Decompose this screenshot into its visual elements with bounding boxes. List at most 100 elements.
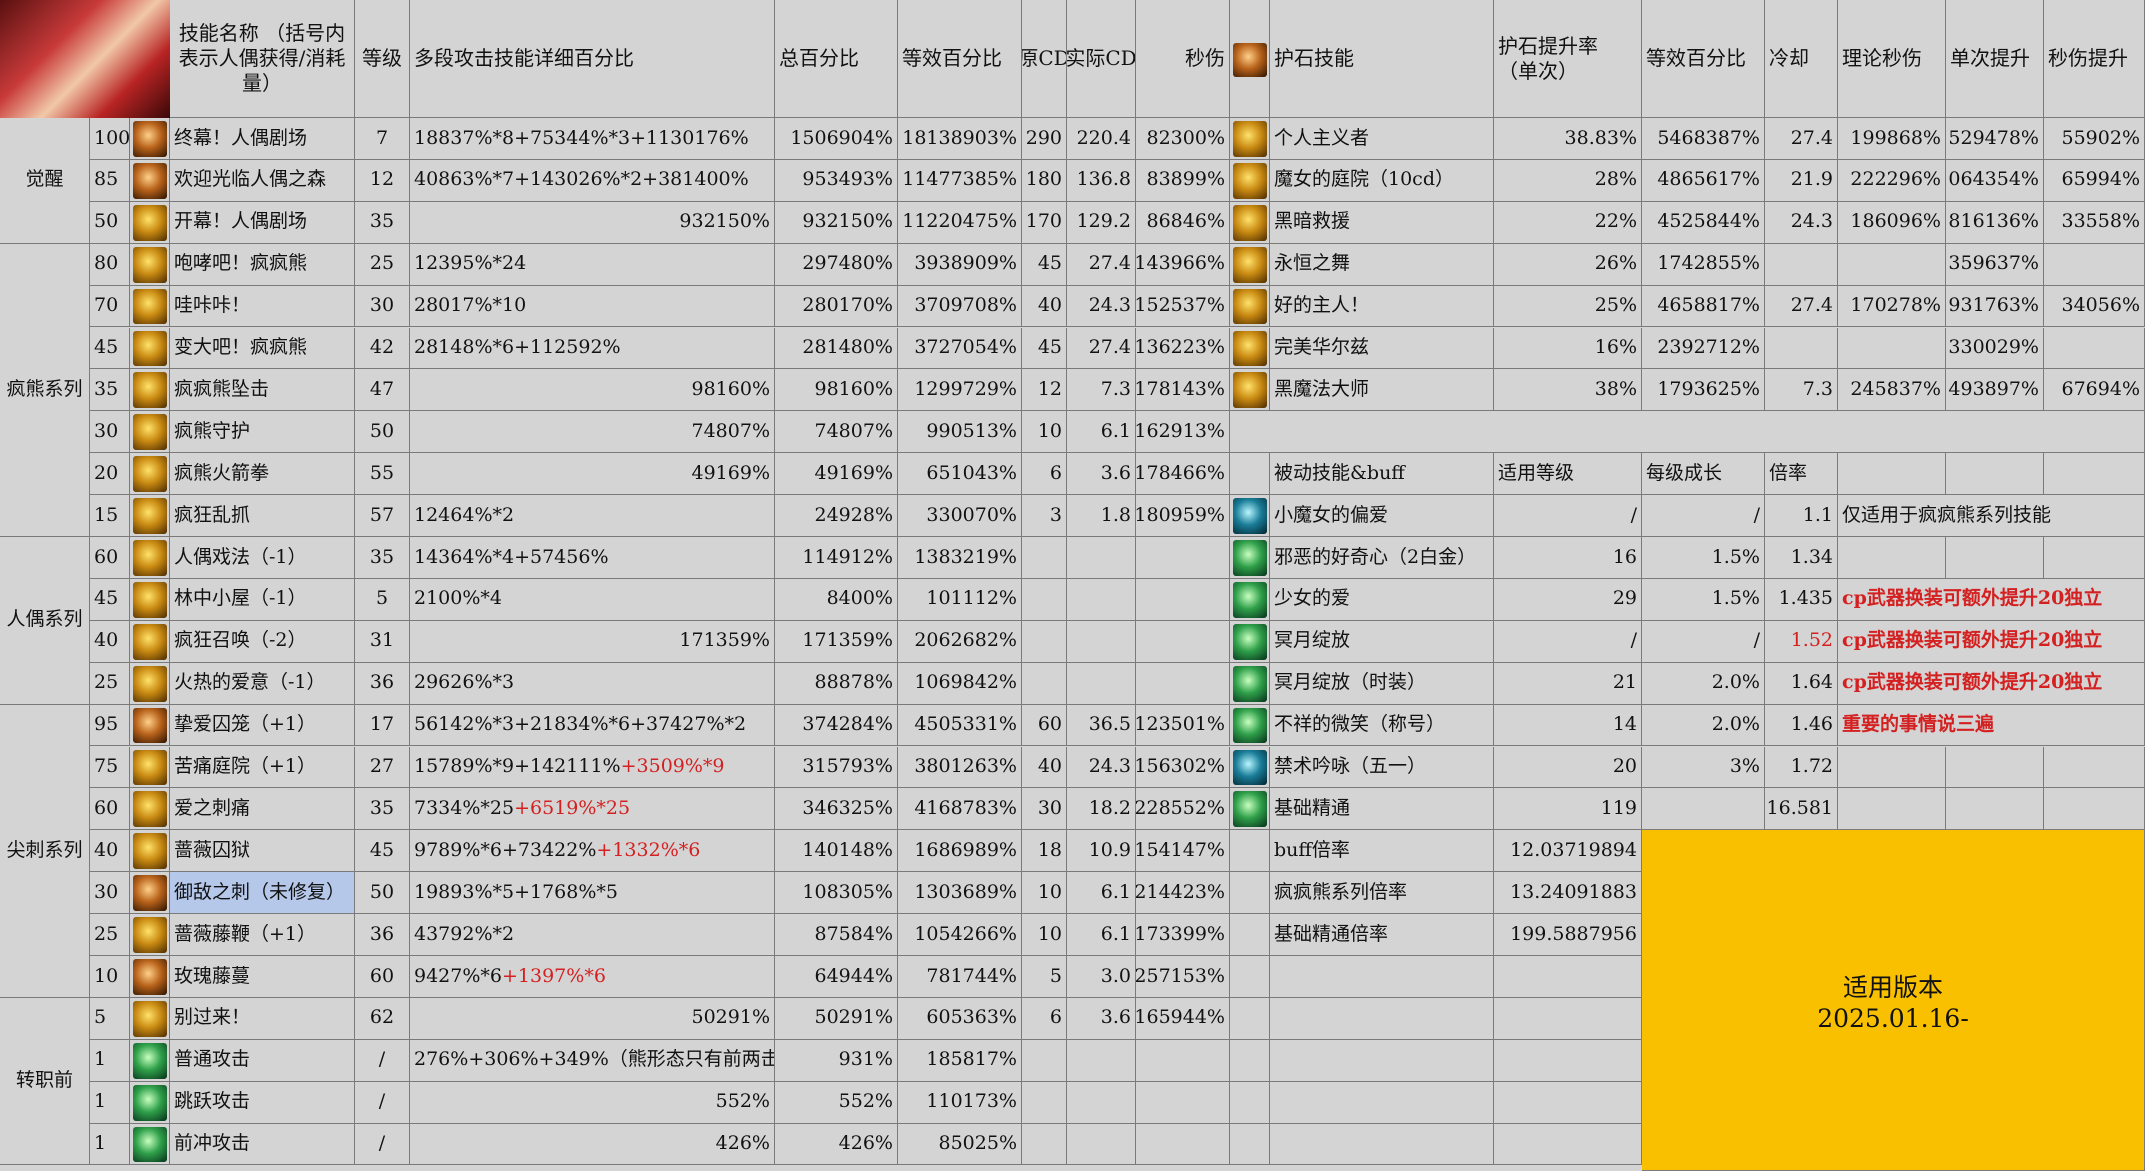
evil-curiosity-icon [1233, 540, 1267, 576]
basic-attack-icon [133, 1042, 167, 1079]
skill-total-pct: 171359% [775, 620, 898, 663]
version-label: 适用版本 [1842, 972, 1943, 1002]
dark-magician-icon [1233, 372, 1267, 409]
skill-total-pct: 98160% [775, 369, 898, 412]
skill-equiv-pct: 101112% [898, 578, 1022, 621]
skill-equiv-pct: 3801263% [898, 746, 1022, 789]
blank-cell [1838, 788, 1946, 831]
ratio-name: buff倍率 [1270, 830, 1494, 873]
detail-text: 49169% [691, 461, 771, 484]
skill-total-pct: 50291% [775, 997, 898, 1040]
skill-dps: 165944% [1136, 997, 1230, 1040]
skill-name: 人偶戏法（-1） [170, 537, 355, 579]
detail-text: 56142%*3+21834%*6+37427%*2 [414, 713, 747, 736]
blank-cell [1494, 1123, 1642, 1166]
detail-text: 40863%*7+143026%*2+381400% [414, 168, 749, 191]
blank-cell [2044, 537, 2145, 579]
frenzy-summon-icon [133, 623, 167, 660]
passive-growth: / [1642, 495, 1765, 537]
group-label: 人偶系列 [0, 537, 90, 705]
skill-base-cd [1022, 1039, 1067, 1082]
skill-total-pct: 114912% [775, 537, 898, 579]
skill-actual-cd: 27.4 [1067, 327, 1136, 370]
skill-name: 御敌之刺（未修复） [170, 872, 355, 915]
header-dps-boost: 秒伤提升 [2044, 0, 2145, 118]
skill-dps: 178143% [1136, 369, 1230, 412]
passive-level: 21 [1494, 662, 1642, 705]
talisman-rate: 28% [1494, 159, 1642, 202]
skill-multi-detail: 74807% [410, 411, 775, 454]
skill-dps: 83899% [1136, 159, 1230, 202]
dont-come-icon [133, 1000, 167, 1037]
passive-level: 119 [1494, 788, 1642, 831]
skill-total-pct: 1506904% [775, 118, 898, 160]
skill-equiv-pct: 18138903% [898, 118, 1022, 160]
skill-dps: 162913% [1136, 411, 1230, 454]
skill-equiv-pct: 1054266% [898, 914, 1022, 956]
passive-name: 冥月绽放（时装） [1270, 662, 1494, 705]
skill-actual-cd: 3.6 [1067, 453, 1136, 496]
skill-unlock-level: 10 [90, 956, 130, 998]
skill-unlock-level: 30 [90, 411, 130, 454]
forbidden-chant-icon [1233, 749, 1267, 786]
talisman-rate: 16% [1494, 327, 1642, 370]
skill-base-cd: 6 [1022, 453, 1067, 496]
skill-total-pct: 140148% [775, 830, 898, 873]
perfect-waltz-icon [1233, 330, 1267, 367]
talisman-equiv: 1793625% [1642, 369, 1765, 412]
pain-garden-icon [133, 749, 167, 786]
talisman-rate: 38.83% [1494, 118, 1642, 160]
skill-dps [1136, 1039, 1230, 1082]
header-equiv-pct: 等效百分比 [898, 0, 1022, 118]
passive-mult: 1.52 [1765, 620, 1838, 663]
skill-multi-detail: 552% [410, 1081, 775, 1124]
skill-unlock-level: 45 [90, 578, 130, 621]
skill-multi-detail: 19893%*5+1768%*5 [410, 872, 775, 915]
skill-total-pct: 931% [775, 1039, 898, 1082]
header-talisman-equiv: 等效百分比 [1642, 0, 1765, 118]
skill-base-cd: 18 [1022, 830, 1067, 873]
passive-level: / [1494, 620, 1642, 663]
skill-total-pct: 64944% [775, 956, 898, 998]
detail-text: 15789%*9+142111% [414, 755, 621, 778]
skill-multi-detail: 171359% [410, 620, 775, 663]
skill-total-pct: 552% [775, 1081, 898, 1124]
skill-level: 7 [355, 118, 410, 160]
skill-actual-cd [1067, 1123, 1136, 1166]
skill-equiv-pct: 1299729% [898, 369, 1022, 412]
blank-cell [1230, 914, 1270, 956]
detail-text: 43792%*2 [414, 922, 515, 945]
talisman-theory-dps: 245837% [1838, 369, 1946, 412]
version-box: 适用版本 2025.01.16- [1642, 830, 2145, 1171]
talisman-equiv: 4525844% [1642, 201, 1765, 244]
skill-multi-detail: 43792%*2 [410, 914, 775, 956]
dark-rescue-icon [1233, 204, 1267, 241]
skill-actual-cd: 129.2 [1067, 201, 1136, 244]
bear-guard-icon [133, 414, 167, 451]
skill-name: 普通攻击 [170, 1039, 355, 1082]
detail-text: 2100%*4 [414, 587, 502, 610]
dark-moon-costume-icon [1233, 665, 1267, 702]
skill-actual-cd: 6.1 [1067, 872, 1136, 915]
passive-note: cp武器换装可额外提升20独立 [1838, 620, 2145, 663]
talisman-cd: 27.4 [1765, 285, 1838, 328]
skill-level: 30 [355, 285, 410, 328]
skill-dps: 173399% [1136, 914, 1230, 956]
puppet-theater-icon [133, 121, 167, 157]
skill-level: 50 [355, 411, 410, 454]
skill-multi-detail: 276%+306%+349%（熊形态只有前两击） [410, 1039, 775, 1082]
skill-total-pct: 953493% [775, 159, 898, 202]
skill-dps: 123501% [1136, 704, 1230, 747]
header-base-cd: 原CD [1022, 0, 1067, 118]
eternal-dance-icon [1233, 246, 1267, 283]
talisman-dps-boost: 33558% [2044, 201, 2145, 244]
skill-equiv-pct: 11477385% [898, 159, 1022, 202]
skill-level: 12 [355, 159, 410, 202]
skill-total-pct: 346325% [775, 788, 898, 831]
skill-multi-detail: 9427%*6 +1397%*6 [410, 956, 775, 998]
skill-unlock-level: 75 [90, 746, 130, 789]
blank-cell [1230, 956, 1270, 998]
skill-multi-detail: 18837%*8+75344%*3+1130176% [410, 118, 775, 160]
talisman-equiv: 4658817% [1642, 285, 1765, 328]
passive-mult: 16.581 [1765, 788, 1838, 831]
